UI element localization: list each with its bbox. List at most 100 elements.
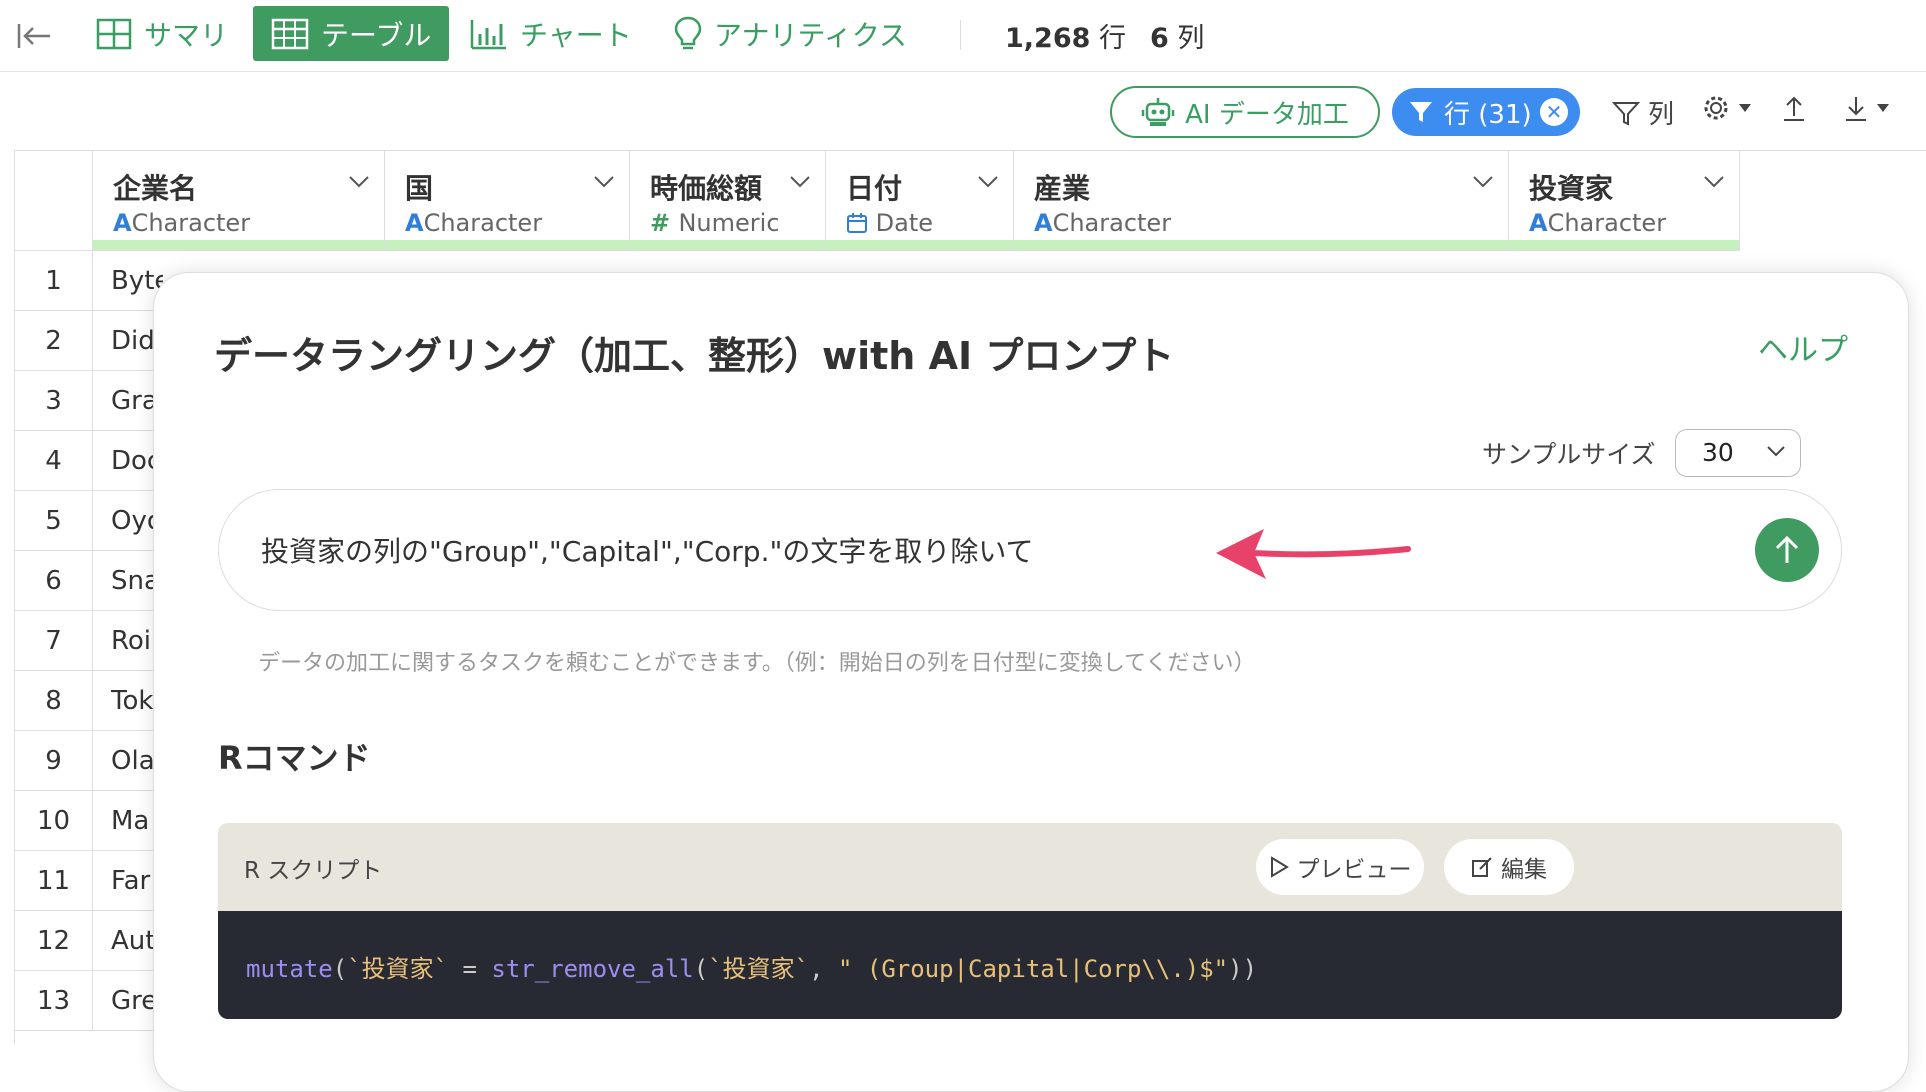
arrow-up-icon — [1775, 535, 1799, 563]
column-quality-bar — [93, 240, 384, 250]
preview-button[interactable]: プレビュー — [1256, 839, 1424, 895]
chevron-down-icon[interactable] — [348, 175, 370, 189]
column-count-unit: 列 — [1177, 23, 1205, 54]
column-type: Date — [846, 209, 933, 237]
chevron-down-icon — [1767, 446, 1785, 457]
column-quality-bar — [826, 240, 1013, 250]
ai-data-wrangling-label: AI データ加工 — [1185, 99, 1349, 130]
tab-analytics-label: アナリティクス — [714, 18, 907, 52]
edit-label: 編集 — [1501, 857, 1547, 883]
r-script-header: R スクリプト プレビュー 編集 — [218, 823, 1842, 911]
dialog-title: データラングリング（加工、整形）with AI プロンプト — [214, 334, 1175, 378]
column-name: 時価総額 — [650, 172, 763, 205]
row-count-value: 1,268 — [1005, 23, 1091, 54]
caret-down-icon — [1739, 104, 1751, 112]
prompt-input[interactable]: 投資家の列の"Group","Capital","Corp."の文字を取り除いて — [218, 489, 1842, 611]
grid-icon — [96, 18, 132, 49]
gear-icon — [1704, 96, 1728, 120]
character-type-icon: A — [405, 209, 424, 237]
row-number: 4 — [15, 431, 93, 491]
row-count-unit: 行 — [1099, 23, 1126, 54]
robot-icon — [1141, 98, 1175, 126]
chevron-down-icon[interactable] — [1472, 175, 1494, 189]
code-token: str_remove_all — [491, 955, 694, 983]
column-header-country[interactable]: 国 ACharacter — [385, 151, 630, 251]
caret-down-icon — [1877, 104, 1889, 112]
row-number: 9 — [15, 731, 93, 791]
tab-table[interactable]: テーブル — [253, 6, 450, 61]
prompt-text: 投資家の列の"Group","Capital","Corp."の文字を取り除いて — [261, 535, 1034, 568]
column-filter-button[interactable]: 列 — [1612, 94, 1674, 131]
settings-menu-button[interactable] — [1702, 94, 1752, 122]
toolbar-divider — [960, 20, 961, 50]
upload-icon[interactable] — [1782, 94, 1806, 122]
row-number: 2 — [15, 311, 93, 371]
download-menu-button[interactable] — [1844, 94, 1890, 122]
row-number: 12 — [15, 911, 93, 971]
lightbulb-icon — [674, 16, 702, 49]
annotation-arrow-icon — [1216, 529, 1411, 579]
column-filter-label: 列 — [1648, 100, 1675, 130]
row-number-header — [15, 151, 93, 251]
row-filter-chip[interactable]: 行 (31) ✕ — [1392, 88, 1580, 136]
preview-label: プレビュー — [1296, 857, 1412, 883]
r-code-block[interactable]: mutate(`投資家` = str_remove_all(`投資家`, " (… — [218, 911, 1842, 1019]
column-type-label: Character — [131, 209, 251, 237]
row-number: 1 — [15, 251, 93, 311]
column-name: 企業名 — [113, 172, 198, 205]
character-type-icon: A — [1529, 209, 1548, 237]
code-token: `投資家` — [708, 955, 810, 983]
help-link[interactable]: ヘルプ — [1758, 325, 1848, 369]
chevron-down-icon[interactable] — [1703, 175, 1725, 189]
column-name: 日付 — [846, 172, 903, 205]
column-quality-bar — [1509, 240, 1739, 250]
tab-chart-label: チャート — [520, 18, 632, 52]
chevron-down-icon[interactable] — [789, 175, 811, 189]
column-header-investor[interactable]: 投資家 ACharacter — [1509, 151, 1740, 251]
tab-table-label: テーブル — [321, 18, 432, 52]
chevron-down-icon[interactable] — [593, 175, 615, 189]
table-icon — [271, 18, 309, 49]
tab-analytics[interactable]: アナリティクス — [656, 6, 925, 61]
column-quality-bar — [385, 240, 629, 250]
column-type-label: Character — [1547, 209, 1667, 237]
numeric-type-icon: # — [650, 209, 679, 237]
close-icon[interactable]: ✕ — [1540, 98, 1568, 126]
row-number: 6 — [15, 551, 93, 611]
column-header-company[interactable]: 企業名 ACharacter — [93, 151, 385, 251]
column-header-industry[interactable]: 産業 ACharacter — [1014, 151, 1509, 251]
send-button[interactable] — [1755, 518, 1819, 582]
column-count: 6 列 — [1150, 16, 1204, 55]
ai-prompt-dialog: データラングリング（加工、整形）with AI プロンプト ヘルプ サンプルサイ… — [153, 272, 1909, 1092]
column-type: ACharacter — [405, 209, 542, 237]
prompt-hint: データの加工に関するタスクを頼むことができます。（例：開始日の列を日付型に変換し… — [258, 651, 1256, 676]
column-type: ACharacter — [113, 209, 250, 237]
ai-data-wrangling-button[interactable]: AI データ加工 — [1110, 86, 1380, 138]
character-type-icon: A — [113, 209, 132, 237]
sample-size-select[interactable]: 30 — [1675, 429, 1801, 477]
download-icon — [1846, 97, 1866, 121]
character-type-icon: A — [1034, 209, 1053, 237]
code-token: mutate — [246, 955, 333, 983]
column-header-market-cap[interactable]: 時価総額 # Numeric — [630, 151, 826, 251]
tab-summary[interactable]: サマリ — [78, 6, 246, 61]
sample-size-value: 30 — [1702, 438, 1734, 467]
row-number: 8 — [15, 671, 93, 731]
row-count: 1,268 行 — [1005, 16, 1126, 55]
edit-icon — [1472, 857, 1492, 877]
tab-chart[interactable]: チャート — [452, 6, 650, 61]
play-icon — [1270, 856, 1289, 878]
column-quality-bar — [630, 240, 825, 250]
chevron-down-icon[interactable] — [977, 175, 999, 189]
code-token: " (Group|Capital|Corp\\.)$" — [837, 955, 1229, 983]
collapse-left-icon[interactable] — [14, 18, 54, 54]
row-number: 13 — [15, 971, 93, 1031]
calendar-icon — [847, 213, 867, 233]
code-token: ( — [332, 955, 348, 983]
row-number: 11 — [15, 851, 93, 911]
column-header-date[interactable]: 日付 Date — [826, 151, 1014, 251]
row-number: 3 — [15, 371, 93, 431]
column-type-label: Character — [1052, 209, 1172, 237]
code-token: , — [809, 955, 838, 983]
edit-button[interactable]: 編集 — [1444, 839, 1574, 895]
